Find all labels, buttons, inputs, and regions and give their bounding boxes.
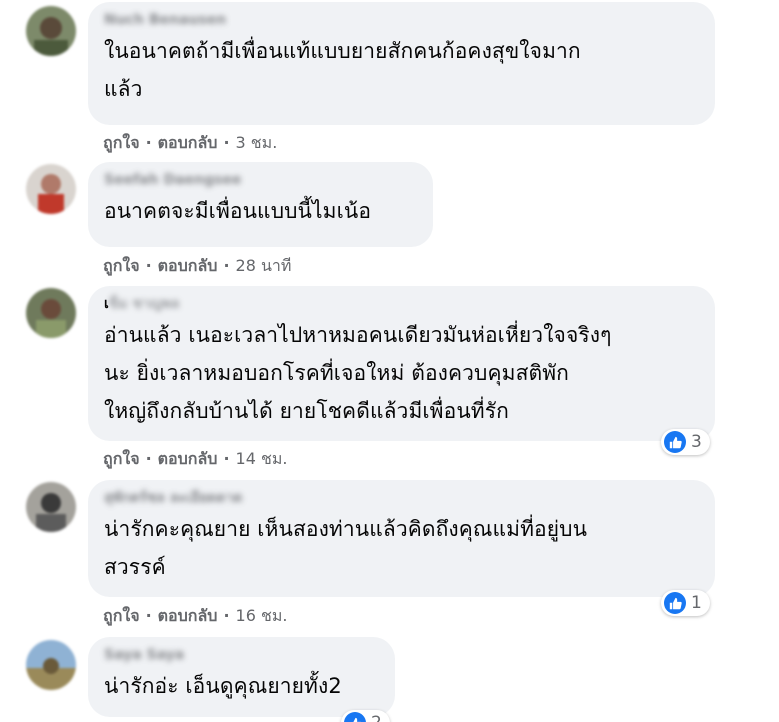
comment-bubble: Saya Saya น่ารักอ่ะ เอ็นดูคุณยายทั้ง2 [88, 637, 395, 717]
comment-text: ในอนาคตถ้ามีเพื่อนแท้แบบยายสักคนก้อคงสุข… [104, 39, 581, 101]
reaction-count: 1 [691, 593, 702, 613]
comment-author[interactable]: Nuch Benausen [104, 8, 699, 32]
avatar[interactable] [26, 164, 76, 214]
separator-dot: · [145, 133, 152, 152]
avatar[interactable] [26, 6, 76, 56]
comment-text: อนาคตจะมีเพื่อนแบบนี้ไมเน้อ [104, 199, 372, 223]
separator-dot: · [145, 256, 152, 275]
comment-bubble: สุพักตร์ชล ละเอียดดาด น่ารักคะคุณยาย เห็… [88, 480, 715, 597]
like-link[interactable]: ถูกใจ [103, 449, 140, 468]
separator-dot: · [223, 256, 230, 275]
avatar[interactable] [26, 640, 76, 690]
like-link[interactable]: ถูกใจ [103, 256, 140, 275]
thumbs-up-icon [664, 431, 686, 453]
comment-author[interactable]: Saya Saya [104, 643, 379, 667]
avatar[interactable] [26, 288, 76, 338]
separator-dot: · [223, 133, 230, 152]
avatar-image [26, 6, 76, 56]
comment-timestamp[interactable]: 28 นาที [236, 256, 292, 275]
reply-link[interactable]: ตอบกลับ [158, 256, 218, 275]
comment-timestamp[interactable]: 14 ชม. [236, 449, 288, 468]
reply-link[interactable]: ตอบกลับ [158, 606, 218, 625]
comment-text: น่ารักคะคุณยาย เห็นสองท่านแล้วคิดถึงคุณแ… [104, 517, 588, 579]
reaction-badge[interactable]: 2 [341, 710, 390, 722]
separator-dot: · [145, 606, 152, 625]
reaction-badge[interactable]: 3 [661, 429, 710, 455]
comment-text: น่ารักอ่ะ เอ็นดูคุณยายทั้ง2 [104, 674, 342, 698]
separator-dot: · [223, 606, 230, 625]
author-blurred-part: ข็ม ชาญพล [108, 296, 180, 312]
reaction-count: 2 [371, 713, 382, 722]
comment-timestamp[interactable]: 16 ชม. [236, 606, 288, 625]
avatar-image [26, 640, 76, 690]
reaction-badge[interactable]: 1 [661, 590, 710, 616]
comment-timestamp[interactable]: 3 ชม. [236, 133, 278, 152]
thumbs-up-icon [664, 592, 686, 614]
comment-bubble: Seefah Daengsee อนาคตจะมีเพื่อนแบบนี้ไมเ… [88, 162, 433, 247]
like-link[interactable]: ถูกใจ [103, 606, 140, 625]
avatar-image [26, 164, 76, 214]
comment-bubble: Nuch Benausen ในอนาคตถ้ามีเพื่อนแท้แบบยา… [88, 2, 715, 125]
like-link[interactable]: ถูกใจ [103, 133, 140, 152]
comment-author[interactable]: สุพักตร์ชล ละเอียดดาด [104, 486, 699, 510]
comment-text: อ่านแล้ว เนอะเวลาไปหาหมอคนเดียวมันห่อเหี… [104, 323, 612, 423]
comment-actions: ถูกใจ · ตอบกลับ · 3 ชม. [103, 131, 277, 155]
comment-actions: ถูกใจ · ตอบกลับ · 28 นาที [103, 254, 291, 278]
reply-link[interactable]: ตอบกลับ [158, 133, 218, 152]
thumbs-up-icon [344, 712, 366, 722]
comment-author[interactable]: Seefah Daengsee [104, 168, 417, 192]
reaction-count: 3 [691, 432, 702, 452]
separator-dot: · [223, 449, 230, 468]
comment-bubble: เข็ม ชาญพล อ่านแล้ว เนอะเวลาไปหาหมอคนเดี… [88, 286, 715, 441]
avatar-image [26, 288, 76, 338]
comment-actions: ถูกใจ · ตอบกลับ · 16 ชม. [103, 604, 287, 628]
comment-actions: ถูกใจ · ตอบกลับ · 14 ชม. [103, 447, 287, 471]
comment-author[interactable]: เข็ม ชาญพล [104, 292, 699, 316]
avatar-image [26, 482, 76, 532]
avatar[interactable] [26, 482, 76, 532]
reply-link[interactable]: ตอบกลับ [158, 449, 218, 468]
separator-dot: · [145, 449, 152, 468]
